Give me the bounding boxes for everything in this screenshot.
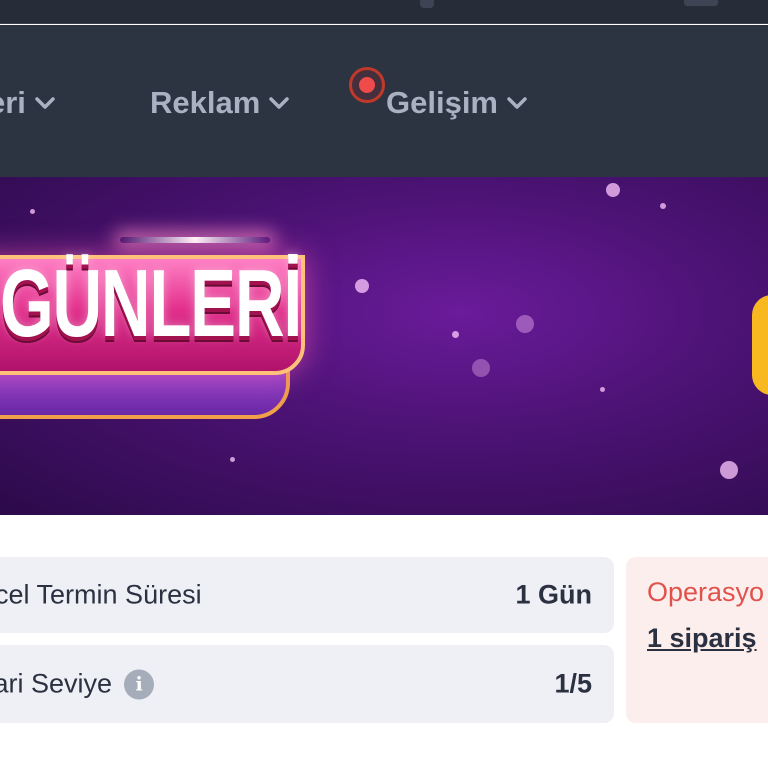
- chevron-down-icon: [34, 92, 56, 114]
- chevron-down-icon: [506, 92, 528, 114]
- promo-banner[interactable]: GÜNLERİ: [0, 177, 768, 515]
- nav-item-label: Reklam: [150, 85, 261, 120]
- alert-order-link[interactable]: 1 sipariş: [647, 623, 757, 654]
- banner-button-edge[interactable]: [752, 295, 768, 395]
- seller-level-label-wrap: cari Seviye i: [0, 668, 155, 700]
- seller-level-card: cari Seviye i 1/5: [0, 645, 614, 723]
- sparkle: [660, 203, 666, 209]
- sparkle: [720, 461, 738, 479]
- delivery-time-card: ncel Termin Süresi 1 Gün: [0, 557, 614, 633]
- sparkle: [230, 457, 235, 462]
- chevron-down-icon: [268, 92, 290, 114]
- notification-dot-icon: [349, 67, 385, 103]
- nav-item-reklam[interactable]: Reklam: [150, 85, 290, 121]
- banner-title: GÜNLERİ: [0, 250, 302, 357]
- seller-level-label: cari Seviye: [0, 668, 113, 699]
- nav-item-label: Gelişim: [386, 85, 498, 120]
- light-streak: [120, 237, 270, 243]
- nav-item-partial[interactable]: eri: [0, 85, 56, 121]
- nav-item-label: eri: [0, 85, 26, 120]
- main-navigation: eri Reklam Gelişim: [0, 25, 768, 177]
- sparkle: [606, 183, 620, 197]
- banner-title-plaque: GÜNLERİ: [0, 249, 305, 419]
- sparkle: [516, 315, 534, 333]
- delivery-time-value: 1 Gün: [515, 579, 592, 610]
- top-bar: [0, 0, 768, 24]
- nav-item-gelisim[interactable]: Gelişim: [386, 85, 528, 121]
- sparkle: [30, 209, 35, 214]
- sparkle: [452, 331, 459, 338]
- top-bar-fragment: [684, 0, 718, 6]
- seller-level-value: 1/5: [554, 668, 592, 699]
- operation-alert-card: Operasyo 1 sipariş: [626, 557, 768, 723]
- delivery-time-label: ncel Termin Süresi: [0, 579, 202, 610]
- sparkle: [355, 279, 369, 293]
- info-icon[interactable]: i: [124, 669, 155, 699]
- alert-title: Operasyo: [647, 577, 765, 607]
- sparkle: [472, 359, 490, 377]
- top-bar-fragment: [420, 0, 434, 8]
- sparkle: [600, 387, 605, 392]
